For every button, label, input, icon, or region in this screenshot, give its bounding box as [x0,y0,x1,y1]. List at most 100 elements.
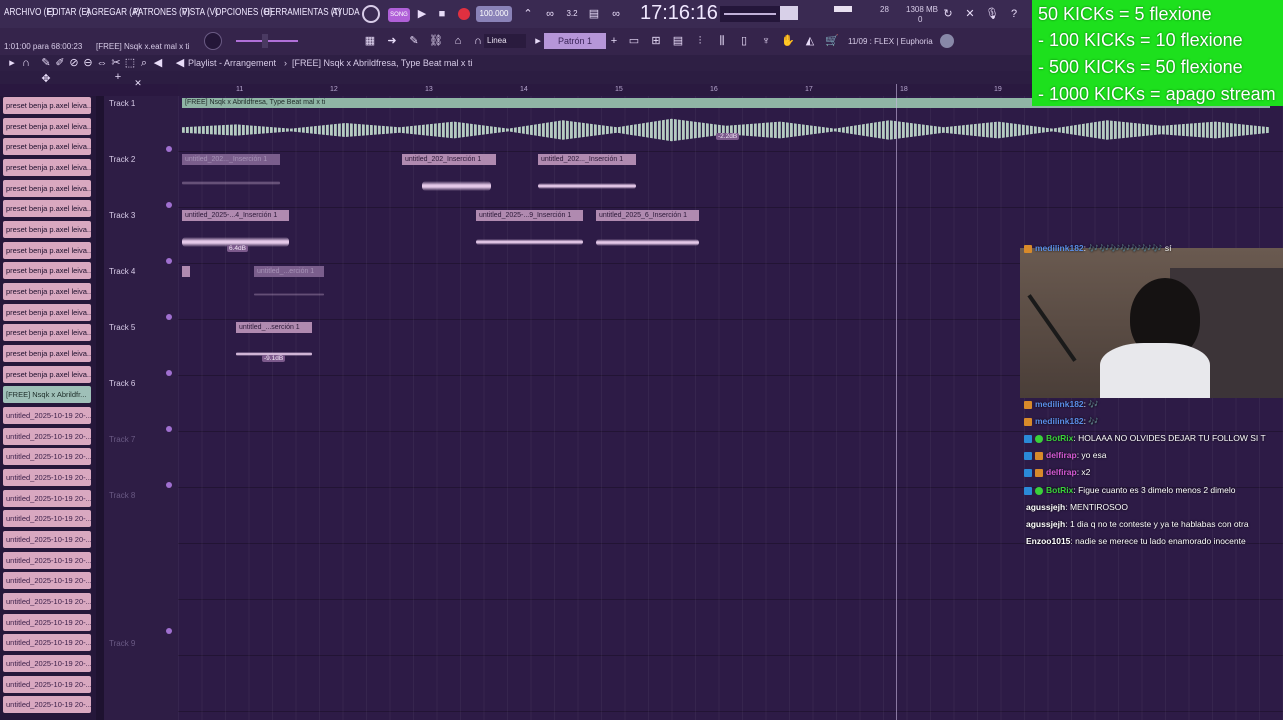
browser-item[interactable]: preset benja p.axel leiva... [3,304,91,321]
audio-clip[interactable]: untitled_2025-...9_Inserción 1 [476,210,583,262]
browser-item[interactable]: preset benja p.axel leiva... [3,159,91,176]
track-mute-dot[interactable] [166,146,172,152]
track-label[interactable]: Track 5 [109,323,135,332]
track-mute-dot[interactable] [166,426,172,432]
browser-item[interactable]: untitled_2025-10-19 20-... [3,531,91,548]
piano-roll-icon[interactable]: ▤ [670,33,686,49]
add-pattern-icon[interactable]: + [606,33,622,49]
audio-clip[interactable]: untitled_...serción 1 -9.1dB [236,322,312,374]
menu-herramientas[interactable]: HERRAMIENTAS (T) [264,7,341,18]
browser-item[interactable]: untitled_2025-10-19 20-... [3,614,91,631]
menu-vista[interactable]: VISTA (V) [182,7,218,18]
mixer-icon[interactable]: ⫶ [692,33,708,49]
menu-editar[interactable]: EDITAR (E) [47,7,90,18]
browser-item[interactable]: untitled_2025-10-19 20-... [3,676,91,693]
snap-select[interactable]: Linea [484,34,526,48]
move-icon[interactable]: ✥ [38,71,54,87]
plugin-picker-icon[interactable]: ♆ [758,33,774,49]
countdown-icon[interactable]: 3.2 [564,6,580,22]
clip-header[interactable]: untitled_202..._Inserción 1 [538,154,636,165]
browser-scrollbar[interactable] [96,96,104,720]
browser-item[interactable]: preset benja p.axel leiva... [3,118,91,135]
microphone-icon[interactable]: 🎙 [984,6,1000,22]
track-label[interactable]: Track 7 [109,435,135,444]
browser-item[interactable]: preset benja p.axel leiva... [3,221,91,238]
clip-header[interactable]: untitled_...erción 1 [254,266,324,277]
help-icon[interactable]: ? [1006,6,1022,22]
stop-icon[interactable]: ■ [434,6,450,22]
browser-item[interactable]: untitled_2025-10-19 20-... [3,407,91,424]
browser-item[interactable]: untitled_2025-10-19 20-... [3,510,91,527]
tools-icon[interactable]: ✕ [962,6,978,22]
audio-clip[interactable]: untitled_...erción 1 [254,266,324,318]
refresh-icon[interactable]: ↻ [940,6,956,22]
audio-clip[interactable]: untitled_202_Inserción 1 [402,154,496,206]
step-sequencer-icon[interactable]: ⊞ [648,33,664,49]
track-label[interactable]: Track 1 [109,99,135,108]
link-icon[interactable]: ⛓ [428,33,444,49]
magnet-snap-icon[interactable]: ∩ [18,55,34,71]
browser-item[interactable]: preset benja p.axel leiva... [3,262,91,279]
arrow-right-icon[interactable]: ➜ [384,33,400,49]
cart-icon[interactable]: 🛒 [824,33,840,49]
browser-item[interactable]: untitled_2025-10-19 20-... [3,448,91,465]
browser-item[interactable]: untitled_2025-10-19 20-... [3,552,91,569]
clip-header[interactable]: untitled_202..._Inserción 1 [182,154,280,165]
browser-item[interactable]: preset benja p.axel leiva... [3,345,91,362]
track-mute-dot[interactable] [166,314,172,320]
tempo-display[interactable]: 100.000 [476,6,512,22]
track-mute-dot[interactable] [166,482,172,488]
blend-icon[interactable]: ∞ [608,6,624,22]
news-icon[interactable]: ◭ [802,33,818,49]
browser-item[interactable]: untitled_2025-10-19 20-... [3,428,91,445]
browser-item[interactable]: untitled_2025-10-19 20-... [3,469,91,486]
browser-item[interactable]: preset benja p.axel leiva... [3,97,91,114]
add-track-icon[interactable]: + [110,69,126,85]
playback-tool-icon[interactable]: ◀ [150,55,166,71]
browser-icon[interactable]: ▯ [736,33,752,49]
audio-clip[interactable]: untitled_202..._Inserción 1 [538,154,636,206]
browser-item[interactable]: untitled_2025-10-19 20-... [3,572,91,589]
clip-header[interactable] [182,266,190,277]
clip-header[interactable]: untitled_202_Inserción 1 [402,154,496,165]
plugin-news-text[interactable]: 11/09 : FLEX | Euphoria [848,37,933,46]
browser-item[interactable]: preset benja p.axel leiva... [3,200,91,217]
browser-item[interactable]: preset benja p.axel leiva... [3,324,91,341]
channel-rack-icon[interactable]: ⫼ [714,33,730,49]
track-mute-dot[interactable] [166,628,172,634]
pencil-icon[interactable]: ✎ [406,33,422,49]
clip-header[interactable]: untitled_2025-...4_Inserción 1 [182,210,289,221]
track-label[interactable]: Track 4 [109,267,135,276]
track-label[interactable]: Track 8 [109,491,135,500]
audio-clip[interactable] [182,266,190,318]
master-volume-knob[interactable] [204,32,222,50]
playlist-arrow-icon[interactable]: ◀ [172,55,188,71]
track-label[interactable]: Track 2 [109,155,135,164]
browser-item[interactable]: untitled_2025-10-19 20-... [3,655,91,672]
pattern-select[interactable]: Patrón 1 [544,33,606,49]
track-mute-dot[interactable] [166,370,172,376]
touch-controller-icon[interactable]: ✋ [780,33,796,49]
browser-item[interactable]: untitled_2025-10-19 20-... [3,634,91,651]
browser-item[interactable]: untitled_2025-10-19 20-... [3,490,91,507]
browser-item[interactable]: preset benja p.axel leiva... [3,138,91,155]
stamp-icon[interactable]: ⌂ [450,33,466,49]
master-pitch-handle[interactable] [262,34,268,48]
play-icon[interactable]: ▶ [414,6,430,22]
clip-header[interactable]: untitled_2025-...9_Inserción 1 [476,210,583,221]
browser-item-selected[interactable]: [FREE] Nsqk x Abrildfr... [3,386,91,403]
track-mute-dot[interactable] [166,202,172,208]
browser-item[interactable]: preset benja p.axel leiva... [3,283,91,300]
clip-header[interactable]: untitled_2025_6_Inserción 1 [596,210,699,221]
song-mode-toggle[interactable]: SONG [388,8,410,22]
account-icon[interactable] [940,34,954,48]
menu-ayuda[interactable]: AYUDA [332,7,360,18]
browser-item[interactable]: preset benja p.axel leiva... [3,242,91,259]
track-label[interactable]: Track 6 [109,379,135,388]
playhead-marker[interactable] [896,84,897,720]
step-edit-icon[interactable]: ▤ [586,6,602,22]
track-mute-dot[interactable] [166,258,172,264]
pitch-icon[interactable]: ⌃ [520,6,536,22]
time-display[interactable]: 17:16:16 [640,2,718,25]
close-icon[interactable]: ✕ [130,75,146,91]
